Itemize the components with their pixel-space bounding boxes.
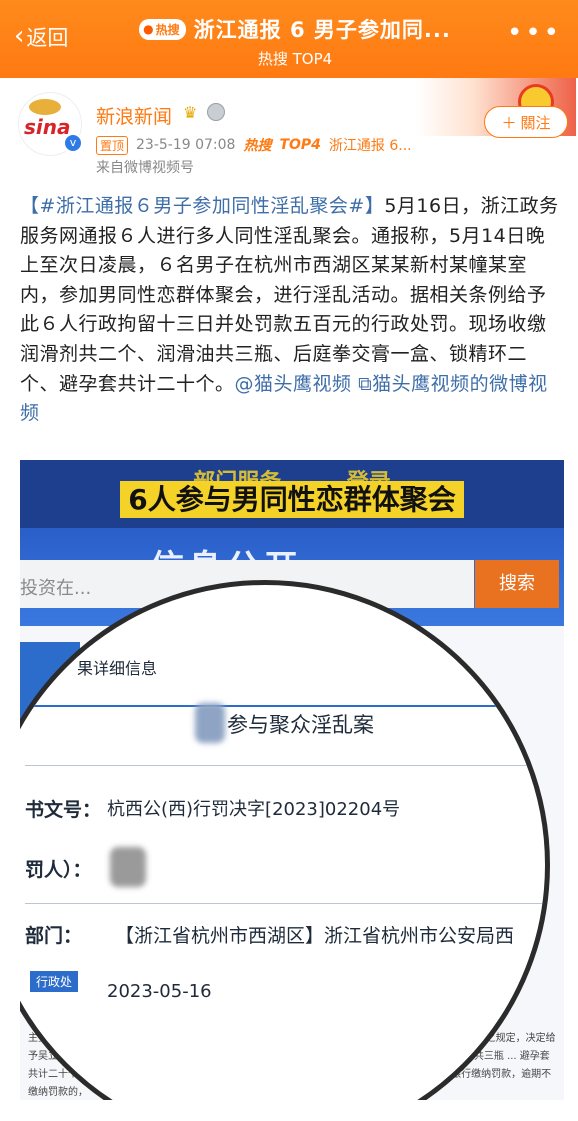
image-caption-main: 6人参与男同性恋群体聚会 (20, 478, 564, 518)
post-body-text: 5月16日，浙江政务服务网通报６人进行多人同性淫乱聚会。通报称，5月14日晚上至… (20, 195, 559, 395)
post-body: 【#浙江通报６男子参加同性淫乱聚会#】5月16日，浙江政务服务网通报６人进行多人… (20, 192, 560, 429)
side-label: 行政处 (30, 971, 79, 992)
medal-icon (207, 103, 225, 121)
sina-eye-logo (29, 99, 61, 115)
post-source: 来自微博视频号 (96, 160, 194, 176)
chevron-left-icon: ‹ (14, 21, 25, 51)
detail-heading: 果详细信息 (77, 659, 158, 678)
blurred-name (195, 703, 225, 743)
hot-badge-label: 热搜 (155, 22, 180, 37)
page-title: 浙江通报 6 男子参加同... (193, 18, 451, 42)
verified-icon: v (63, 133, 83, 153)
person-label: 罚人）： (25, 859, 92, 881)
post-meta: 置顶 23-5-19 07:08 热搜 TOP4 浙江通报 6... (96, 135, 412, 155)
sina-logo: sina (24, 115, 71, 139)
hot-search-badge: ● 热搜 (139, 18, 186, 40)
account-name[interactable]: 新浪新闻 (96, 102, 172, 129)
magnifier-circle: 果详细信息 参与聚众淫乱案 书文号： 杭西公(西)行罚决字[2023]02204… (20, 580, 550, 1100)
hot-search-tag[interactable]: 热搜 (243, 135, 271, 155)
image-search-button: 搜索 (475, 560, 559, 608)
back-button[interactable]: ‹ 返回 (14, 22, 68, 52)
topic-tag[interactable]: 浙江通报 6... (329, 135, 412, 155)
topic-link[interactable]: 【#浙江通报６男子参加同性淫乱聚会#】 (20, 195, 384, 217)
follow-label: 關注 (520, 113, 551, 132)
post-timestamp: 23-5-19 07:08 (136, 137, 236, 153)
pinned-tag: 置顶 (96, 135, 129, 155)
ellipsis-icon[interactable]: ••• (507, 20, 562, 46)
image-top-banner: 部门服务 ...... 登录 6人参与男同性恋群体聚会 (20, 460, 564, 528)
top-rank-tag[interactable]: TOP4 (279, 137, 320, 153)
dept-label: 部门： (25, 925, 83, 947)
doc-no-label: 书文号： (25, 799, 102, 821)
mention-link[interactable]: @猫头鹰视频 (235, 373, 352, 395)
image-search-placeholder: 投资在... (20, 578, 92, 599)
post-image[interactable]: 部门服务 ...... 登录 6人参与男同性恋群体聚会 信息公开 投资在... … (20, 460, 564, 1100)
date-value: 2023-05-16 (107, 981, 212, 1002)
plus-icon: ＋ (501, 113, 517, 132)
header-title-block: ● 热搜 浙江通报 6 男子参加同... 热搜 TOP4 (125, 14, 465, 69)
video-icon: ⧉ (358, 372, 373, 395)
doc-no-value: 杭西公(西)行罚决字[2023]02204号 (107, 799, 401, 820)
divider (25, 765, 545, 766)
flame-icon: ● (143, 22, 154, 36)
dept-value: 【浙江省杭州市西湖区】浙江省杭州市公安局西 (115, 925, 515, 947)
divider (25, 903, 545, 904)
avatar[interactable]: sina v (18, 92, 83, 156)
page-subtitle: 热搜 TOP4 (257, 50, 333, 68)
follow-button[interactable]: ＋ 關注 (484, 106, 568, 138)
back-label: 返回 (26, 26, 69, 50)
top-nav-bar: ‹ 返回 ● 热搜 浙江通报 6 男子参加同... 热搜 TOP4 ••• (0, 0, 578, 78)
crown-icon: ♛ (183, 103, 198, 122)
case-title: 参与聚众淫乱案 (227, 713, 374, 737)
blurred-person (110, 847, 146, 887)
